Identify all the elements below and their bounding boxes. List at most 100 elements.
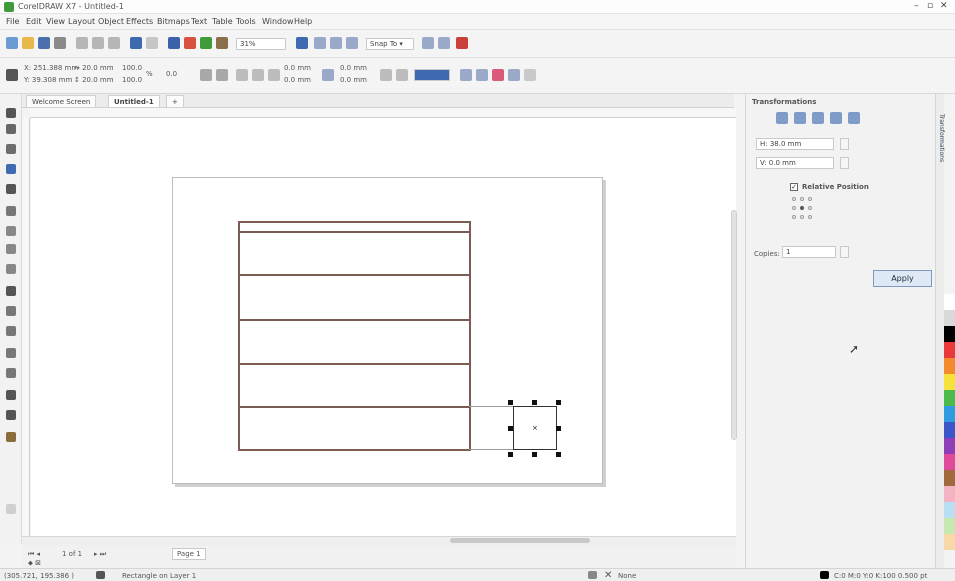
anchor-point[interactable] xyxy=(808,197,812,201)
table-line[interactable] xyxy=(469,449,517,450)
y-position-field[interactable]: Y: 39.308 mm xyxy=(24,76,72,84)
selection-handle[interactable] xyxy=(556,400,561,405)
color-swatch[interactable] xyxy=(944,486,955,502)
outline-width-dropdown[interactable] xyxy=(414,69,450,81)
drop-shadow-tool-icon[interactable] xyxy=(6,348,16,358)
anchor-point[interactable] xyxy=(808,206,812,210)
menu-view[interactable]: View xyxy=(46,17,65,26)
selection-handle[interactable] xyxy=(556,426,561,431)
menu-bitmaps[interactable]: Bitmaps xyxy=(157,17,190,26)
paste-icon[interactable] xyxy=(108,37,120,49)
rectangle-tool-icon[interactable] xyxy=(6,226,16,236)
to-front-icon[interactable] xyxy=(460,69,472,81)
add-preset-icon[interactable] xyxy=(524,69,536,81)
table-line[interactable] xyxy=(469,406,517,407)
zoom-level-field[interactable]: 31% xyxy=(236,38,286,50)
menu-object[interactable]: Object xyxy=(98,17,124,26)
pick-tool-icon[interactable] xyxy=(6,108,16,118)
selection-handle[interactable] xyxy=(508,452,513,457)
menu-effects[interactable]: Effects xyxy=(126,17,153,26)
y-offset-field[interactable]: V: 0.0 mm xyxy=(756,157,834,169)
transparency-tool-icon[interactable] xyxy=(6,368,16,378)
rotation-angle-field[interactable]: 0.0 xyxy=(166,70,177,78)
x-offset-spinner[interactable] xyxy=(840,138,849,150)
docker-side-tab[interactable]: Transformations xyxy=(935,94,945,568)
show-rulers-icon[interactable] xyxy=(314,37,326,49)
table-line[interactable] xyxy=(238,406,471,408)
menu-text[interactable]: Text xyxy=(191,17,207,26)
color-swatch[interactable] xyxy=(944,438,955,454)
scalloped-corner-icon[interactable] xyxy=(252,69,264,81)
lock-ratio-icon[interactable] xyxy=(322,69,334,81)
skew-icon[interactable] xyxy=(848,112,860,124)
cut-icon[interactable] xyxy=(76,37,88,49)
tab-untitled-1[interactable]: Untitled-1 xyxy=(108,95,160,107)
shape-tool-icon[interactable] xyxy=(6,124,16,134)
rotate-icon[interactable] xyxy=(794,112,806,124)
wrap-text-icon[interactable] xyxy=(492,69,504,81)
selection-handle[interactable] xyxy=(532,400,537,405)
drawing-page[interactable]: × xyxy=(172,177,603,484)
application-launcher-icon[interactable] xyxy=(456,37,468,49)
corner-radius-top-right[interactable]: 0.0 mm xyxy=(340,64,367,72)
selection-handle[interactable] xyxy=(508,400,513,405)
scale-x-field[interactable]: 100.0 xyxy=(122,64,142,72)
table-line[interactable] xyxy=(238,221,240,451)
save-icon[interactable] xyxy=(38,37,50,49)
color-swatch[interactable] xyxy=(944,342,955,358)
undo-icon[interactable] xyxy=(130,37,142,49)
menu-window[interactable]: Window xyxy=(262,17,294,26)
size-icon[interactable] xyxy=(830,112,842,124)
table-line[interactable] xyxy=(238,231,471,233)
table-line[interactable] xyxy=(238,363,471,365)
table-line[interactable] xyxy=(238,221,471,223)
show-grid-icon[interactable] xyxy=(330,37,342,49)
height-field[interactable]: ↕ 20.0 mm xyxy=(74,76,114,84)
interactive-fill-tool-icon[interactable] xyxy=(6,410,16,420)
table-line[interactable] xyxy=(238,449,471,451)
tab-welcome-screen[interactable]: Welcome Screen xyxy=(26,95,97,107)
connector-tool-icon[interactable] xyxy=(6,326,16,336)
to-back-icon[interactable] xyxy=(476,69,488,81)
full-screen-preview-icon[interactable] xyxy=(296,37,308,49)
horizontal-scroll-track[interactable] xyxy=(22,536,736,546)
snap-to-dropdown[interactable]: Snap To ▾ xyxy=(366,38,414,50)
color-swatch[interactable] xyxy=(944,390,955,406)
color-swatch[interactable] xyxy=(944,534,955,550)
color-swatch[interactable] xyxy=(944,326,955,342)
parallel-dimension-tool-icon[interactable] xyxy=(6,306,16,316)
menu-tools[interactable]: Tools xyxy=(236,17,256,26)
anchor-point-selected[interactable] xyxy=(800,206,804,210)
new-document-icon[interactable] xyxy=(6,37,18,49)
color-swatch[interactable] xyxy=(944,422,955,438)
scale-y-field[interactable]: 100.0 xyxy=(122,76,142,84)
ellipse-tool-icon[interactable] xyxy=(6,244,16,254)
copy-icon[interactable] xyxy=(92,37,104,49)
print-icon[interactable] xyxy=(54,37,66,49)
fill-tool-icon[interactable]: ⬥ ⊠ xyxy=(28,559,41,568)
open-icon[interactable] xyxy=(22,37,34,49)
table-line[interactable] xyxy=(469,221,471,451)
welcome-screen-icon[interactable] xyxy=(422,37,434,49)
x-offset-field[interactable]: H: 38.0 mm xyxy=(756,138,834,150)
color-swatch[interactable] xyxy=(944,518,955,534)
maximize-button[interactable]: ▫ xyxy=(927,1,933,11)
smart-fill-tool-icon[interactable] xyxy=(6,432,16,442)
table-line[interactable] xyxy=(238,274,471,276)
menu-file[interactable]: File xyxy=(6,17,19,26)
menu-layout[interactable]: Layout xyxy=(68,17,95,26)
crop-tool-icon[interactable] xyxy=(6,144,16,154)
text-tool-icon[interactable] xyxy=(6,286,16,296)
copies-spinner[interactable] xyxy=(840,246,849,258)
color-swatch[interactable] xyxy=(944,470,955,486)
redo-icon[interactable] xyxy=(146,37,158,49)
corner-radius-bottom-right[interactable]: 0.0 mm xyxy=(340,76,367,84)
corner-radius-bottom-left[interactable]: 0.0 mm xyxy=(284,76,311,84)
anchor-point[interactable] xyxy=(792,197,796,201)
show-guidelines-icon[interactable] xyxy=(346,37,358,49)
color-swatch[interactable] xyxy=(944,502,955,518)
y-offset-spinner[interactable] xyxy=(840,157,849,169)
minimize-button[interactable]: – xyxy=(914,1,919,11)
anchor-point[interactable] xyxy=(800,215,804,219)
copies-field[interactable]: 1 xyxy=(782,246,836,258)
